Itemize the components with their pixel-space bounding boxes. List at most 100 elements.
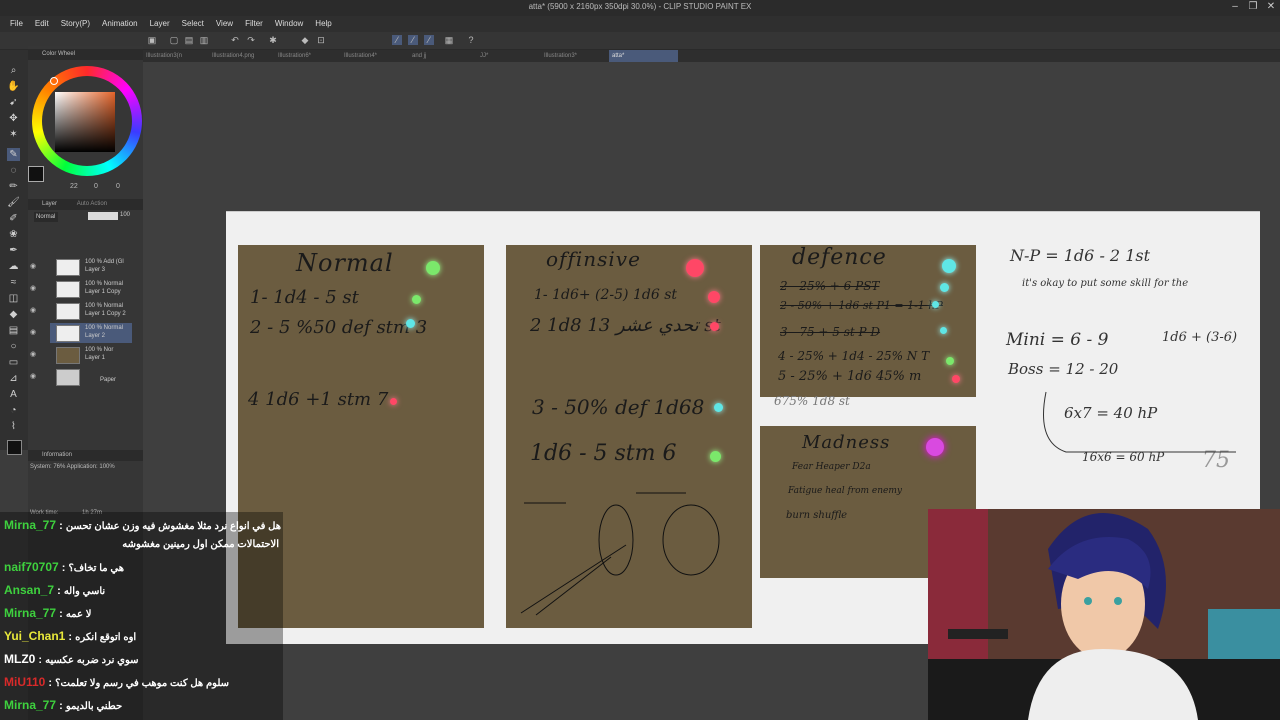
hand-icon[interactable]: ✋ [7, 80, 20, 93]
menu-window[interactable]: Window [275, 16, 303, 32]
layer-blend-label: 100 % Add (Gl [85, 259, 124, 265]
card-defence-title: defence [792, 245, 887, 270]
smudge-icon[interactable]: ≈ [7, 276, 20, 289]
tab-jj[interactable]: JJ* [477, 50, 542, 62]
tab-and-jj[interactable]: and jj [409, 50, 474, 62]
visibility-eye-icon[interactable]: ◉ [30, 262, 36, 270]
saturation-value-square[interactable] [55, 92, 115, 152]
balloon-icon[interactable]: ◔ [7, 404, 20, 417]
main-color-swatch-panel[interactable] [28, 166, 44, 182]
layer-thumbnail [56, 303, 80, 320]
eraser-icon[interactable]: ◫ [7, 292, 20, 305]
pencil-icon[interactable]: ✏ [7, 180, 20, 193]
snap-grid-icon[interactable]: ⁄ [424, 35, 434, 45]
auto-action-tab[interactable]: Auto Action [77, 201, 107, 207]
operation-icon[interactable]: ➹ [7, 96, 20, 109]
auto-select-icon[interactable]: ✶ [7, 128, 20, 141]
tab-illustration3[interactable]: Illustration3* [541, 50, 606, 62]
correct-line-icon[interactable]: ⌇ [7, 420, 20, 433]
fill-icon[interactable]: ◆ [300, 35, 310, 45]
purple-light-icon [926, 438, 944, 456]
menu-animation[interactable]: Animation [102, 16, 138, 32]
marker-icon[interactable]: ✒ [7, 244, 20, 257]
brush-icon[interactable]: 🖌 [7, 196, 20, 209]
chat-message: Mirna_77 : لا عمه [4, 606, 92, 620]
lasso-icon[interactable]: ◌ [7, 164, 20, 177]
layer-row[interactable]: ◉ 100 % Normal Layer 1 Copy [30, 279, 132, 299]
move-icon[interactable]: ✥ [7, 112, 20, 125]
redo-icon[interactable]: ↷ [246, 35, 256, 45]
tab-atta[interactable]: atta* [609, 50, 678, 62]
help-icon[interactable]: ? [466, 35, 476, 45]
menu-story[interactable]: Story(P) [61, 16, 90, 32]
layer-blend-label: 100 % Nor [85, 347, 114, 353]
gradient-icon[interactable]: ▤ [7, 324, 20, 337]
chat-text: ناسي واله [63, 586, 106, 597]
opacity-slider[interactable] [88, 212, 118, 220]
studio-icon[interactable]: ▣ [147, 35, 157, 45]
blend-icon[interactable]: ☁ [7, 260, 20, 273]
ruler-icon[interactable]: ⊿ [7, 372, 20, 385]
tab-illustration4[interactable]: Illustration4* [341, 50, 406, 62]
open-icon[interactable]: ▤ [184, 35, 194, 45]
tab-illustration6[interactable]: Illustration6* [275, 50, 340, 62]
color-value-s: 0 [94, 183, 98, 190]
layer-row[interactable]: ◉ 100 % Nor Layer 1 [30, 345, 132, 365]
menu-edit[interactable]: Edit [35, 16, 49, 32]
opacity-value[interactable]: 100 [120, 212, 130, 218]
layer-row[interactable]: ◉ 100 % Add (Gl Layer 3 [30, 257, 132, 277]
blend-mode-select[interactable]: Normal [34, 212, 58, 222]
menu-select[interactable]: Select [182, 16, 204, 32]
text-icon[interactable]: A [7, 388, 20, 401]
snap-ruler-icon[interactable]: ⁄ [392, 35, 402, 45]
menu-bar: File Edit Story(P) Animation Layer Selec… [0, 16, 1280, 32]
maximize-icon[interactable]: ❐ [1246, 1, 1260, 12]
zoom-icon[interactable]: ⌕ [7, 64, 20, 77]
card-defence-line: 2 - 25% + 6 PST [780, 279, 880, 293]
decoration-icon[interactable]: ❀ [7, 228, 20, 241]
information-header: Information [28, 450, 143, 461]
color-value-h: 22 [70, 183, 78, 190]
snap-special-ruler-icon[interactable]: ⁄ [408, 35, 418, 45]
cyan-dot-icon [714, 403, 723, 412]
hue-picker[interactable] [50, 77, 58, 85]
tab-illustration4-png[interactable]: Illustration4.png [209, 50, 274, 62]
main-color-swatch[interactable] [7, 440, 22, 455]
visibility-eye-icon[interactable]: ◉ [30, 284, 36, 292]
undo-icon[interactable]: ↶ [230, 35, 240, 45]
green-dot-icon [946, 357, 954, 365]
layer-thumbnail [56, 347, 80, 364]
card-offensive-line: 3 - 50% def 1d68 [532, 395, 705, 419]
layer-header: Layer Auto Action [28, 199, 143, 210]
frame-icon[interactable]: ▭ [7, 356, 20, 369]
menu-filter[interactable]: Filter [245, 16, 263, 32]
card-offensive-title: offinsive [546, 247, 641, 271]
visibility-eye-icon[interactable]: ◉ [30, 306, 36, 314]
layer-tab[interactable]: Layer [42, 201, 57, 207]
visibility-eye-icon[interactable]: ◉ [30, 328, 36, 336]
clear-icon[interactable]: ✱ [268, 35, 278, 45]
close-icon[interactable]: ✕ [1264, 1, 1278, 12]
fill-bucket-icon[interactable]: ◆ [7, 308, 20, 321]
menu-help[interactable]: Help [315, 16, 331, 32]
layer-row-selected[interactable]: ◉ 100 % Normal Layer 2 [30, 323, 132, 343]
airbrush-icon[interactable]: ✐ [7, 212, 20, 225]
figure-icon[interactable]: ○ [7, 340, 20, 353]
menu-file[interactable]: File [10, 16, 23, 32]
pen-tool-icon[interactable]: ✎ [7, 148, 20, 161]
minimize-icon[interactable]: – [1228, 1, 1242, 12]
tablet-icon[interactable]: ▦ [444, 35, 454, 45]
visibility-eye-icon[interactable]: ◉ [30, 372, 36, 380]
chat-text: سلوم هل كنت موهب في رسم ولا تعلمت؟ [55, 678, 230, 689]
tab-illustration3n[interactable]: Illustration3(n [143, 50, 208, 62]
layer-row[interactable]: ◉ 100 % Normal Layer 1 Copy 2 [30, 301, 132, 321]
layer-row[interactable]: ◉ Paper [30, 367, 132, 387]
visibility-eye-icon[interactable]: ◉ [30, 350, 36, 358]
transform-icon[interactable]: ⊡ [316, 35, 326, 45]
menu-layer[interactable]: Layer [150, 16, 170, 32]
vtuber-avatar [928, 509, 1280, 720]
layer-name: Layer 1 Copy 2 [85, 311, 126, 317]
save-icon[interactable]: ▥ [199, 35, 209, 45]
menu-view[interactable]: View [216, 16, 233, 32]
new-icon[interactable]: ▢ [169, 35, 179, 45]
